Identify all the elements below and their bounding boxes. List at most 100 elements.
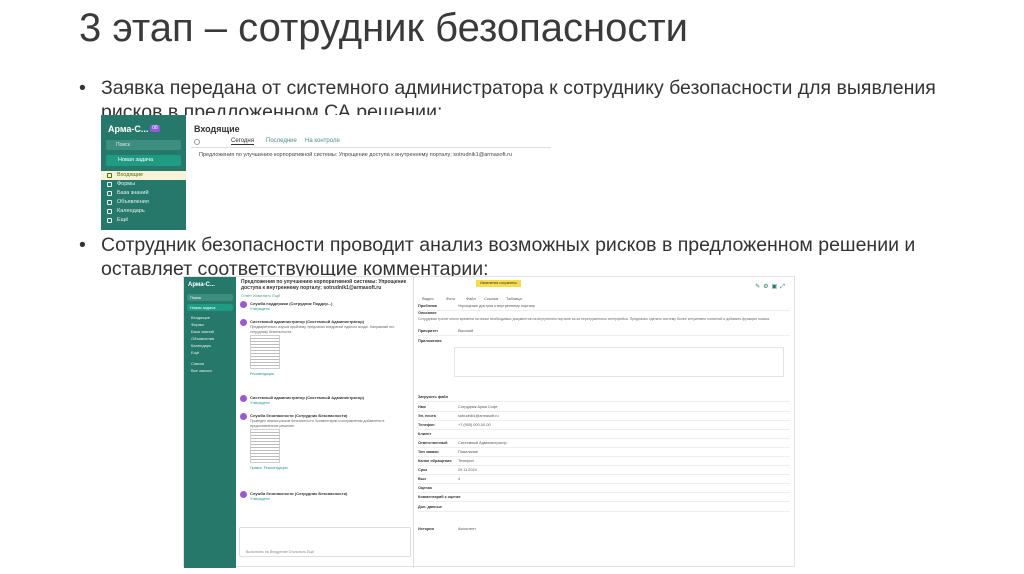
sidebar-item-announcements[interactable]: Объявления <box>101 198 186 207</box>
sidebar-item-announcements[interactable]: Объявления <box>191 336 214 341</box>
name-field[interactable]: Сотрудник Арма Софт <box>458 405 498 409</box>
description-field[interactable]: Сотрудники тратят много времени на поиск… <box>418 317 788 322</box>
field-label: Канал обращения <box>418 459 452 463</box>
field-label: Клиент <box>418 432 432 436</box>
field-label: Эл. почта <box>418 414 436 418</box>
sidebar-item-calendar[interactable]: Календарь <box>191 343 211 348</box>
chat-toolbar[interactable]: Ответ Изменить Ещё <box>241 293 280 298</box>
sidebar-item-inbox[interactable]: Входящие <box>191 315 210 320</box>
book-icon <box>107 191 112 196</box>
sidebar: Арма-С... Поиск Новая задача Входящие Фо… <box>184 277 236 568</box>
form-row: Проблема Упрощение доступа к внутреннему … <box>418 304 790 311</box>
weight-field[interactable]: 4 <box>458 477 460 481</box>
user-badge[interactable]: 08 <box>150 125 160 132</box>
field-label: Выз <box>418 477 426 481</box>
sidebar-item-knowledge-base[interactable]: База знаний <box>101 189 186 198</box>
sidebar: Арма-С... 08 Поиск Новая задача Входящие… <box>101 115 186 230</box>
ticket-form: Изменения сохранены ✎⚙▣⤢ Видео Фото Файл… <box>414 277 794 568</box>
message-author: Служба безопасности (Сотрудник Безопасно… <box>250 413 348 418</box>
sidebar-item-inbox[interactable]: Входящие <box>101 171 186 180</box>
status-badge: Утверждено <box>250 497 270 501</box>
form-row: Эл. почта sotrudnik1@armasoft.ru <box>418 414 790 421</box>
select-all-checkbox[interactable] <box>194 139 200 145</box>
message-author: Системный администратор (Системный Админ… <box>250 319 364 324</box>
app-logo[interactable]: Арма-С... <box>108 124 148 134</box>
link-button[interactable]: Ссылка <box>484 296 498 301</box>
sidebar-item-calendar[interactable]: Календарь <box>101 207 186 216</box>
form-row: Приоритет Высокий <box>418 329 790 336</box>
field-label: Оценка <box>418 486 432 490</box>
field-label: Ответственный <box>418 441 448 445</box>
photo-button[interactable]: Фото <box>446 296 455 301</box>
priority-field[interactable]: Высокий <box>458 329 473 333</box>
field-label[interactable]: Загрузить файл <box>418 395 448 399</box>
field-label: Описание <box>418 311 437 315</box>
channel-field[interactable]: Телефон <box>458 459 474 463</box>
message-text: Предварительно изучив проблему, предлага… <box>250 325 395 334</box>
status-badge: Рекомендации <box>250 372 274 376</box>
field-label: Доп. данные <box>418 505 442 509</box>
inbox-icon <box>107 173 112 178</box>
ticket-screenshot: Арма-С... Поиск Новая задача Входящие Фо… <box>183 276 795 568</box>
field-label: Проблема <box>418 304 437 308</box>
tab-recent[interactable]: Последние <box>266 138 297 144</box>
search-input[interactable]: Поиск <box>187 294 233 301</box>
avatar <box>240 319 247 326</box>
email-field[interactable]: sotrudnik1@armasoft.ru <box>458 414 499 418</box>
sidebar-item-more[interactable]: Ещё <box>191 350 199 355</box>
problem-field[interactable]: Упрощение доступа к внутреннему порталу <box>458 304 535 308</box>
sidebar-item-label: Календарь <box>117 208 145 214</box>
video-button[interactable]: Видео <box>422 296 434 301</box>
avatar <box>240 301 247 308</box>
new-task-button[interactable]: Новая задача <box>106 155 181 166</box>
toolbar-icons[interactable]: ✎⚙▣⤢ <box>755 283 788 291</box>
field-label: Имя <box>418 405 426 409</box>
table-button[interactable]: Таблица <box>506 296 522 301</box>
tab-on-control[interactable]: На контроле <box>305 138 340 144</box>
bullet-dot: • <box>79 234 86 256</box>
sidebar-item-more[interactable]: Ещё <box>101 216 186 225</box>
form-row: История Ассистент <box>418 527 790 534</box>
message-author: Системный администратор (Системный Админ… <box>250 395 364 400</box>
calendar-icon <box>107 209 112 214</box>
history-value[interactable]: Ассистент <box>458 527 476 531</box>
search-input[interactable]: Поиск <box>106 140 181 150</box>
request-type-field[interactable]: Пожелание <box>458 450 478 454</box>
sidebar-item-label: База знаний <box>117 190 149 196</box>
sidebar-item-forms[interactable]: Формы <box>101 180 186 189</box>
message-author: Служба поддержки (Сотрудник Поддер...) <box>250 301 333 306</box>
chat-footer-actions[interactable]: Выполнить на Внедрение Отклонить Ещё <box>246 550 314 554</box>
attachment-thumbnail[interactable] <box>250 335 280 369</box>
new-task-button[interactable]: Новая задача <box>187 304 233 311</box>
megaphone-icon <box>107 200 112 205</box>
assignee-field[interactable]: Системный Администратор <box>458 441 507 445</box>
list-item[interactable]: Предложения по улучшению корпоративной с… <box>199 152 512 158</box>
history-label: История <box>418 527 434 531</box>
divider <box>191 147 551 148</box>
phone-field[interactable]: +7 (900) 000-00-00 <box>458 423 491 427</box>
field-label: Тип заявки <box>418 450 439 454</box>
field-label: Приоритет <box>418 329 439 333</box>
sidebar-item-label: Входящие <box>117 172 144 178</box>
form-row: Доп. данные <box>418 505 790 512</box>
sidebar-item-list[interactable]: Все записи <box>191 368 212 373</box>
bullet-dot: • <box>79 77 86 99</box>
form-row: Имя Сотрудник Арма Софт <box>418 405 790 412</box>
tab-today[interactable]: Сегодня <box>231 138 254 145</box>
page-title: Входящие <box>194 124 240 134</box>
ticket-title: Предложения по улучшению корпоративной с… <box>241 279 407 291</box>
file-button[interactable]: Файл <box>466 296 476 301</box>
app-logo[interactable]: Арма-С... <box>188 282 215 288</box>
sidebar-item-forms[interactable]: Формы <box>191 322 204 327</box>
form-row: Выз 4 <box>418 477 790 484</box>
avatar <box>240 491 247 498</box>
sidebar-item-label: Объявления <box>117 199 149 205</box>
status-badge: Правки. Рекомендации <box>250 466 288 470</box>
due-date-field[interactable]: 29.11.2024 <box>458 468 477 472</box>
status-badge: Изменения сохранены <box>476 280 521 287</box>
form-row: Приложения <box>418 339 790 346</box>
attachment-thumbnail[interactable] <box>250 429 280 463</box>
sidebar-item-label: Формы <box>117 181 136 187</box>
sidebar-item-knowledge-base[interactable]: База знаний <box>191 329 214 334</box>
attachments-area[interactable] <box>454 347 784 377</box>
